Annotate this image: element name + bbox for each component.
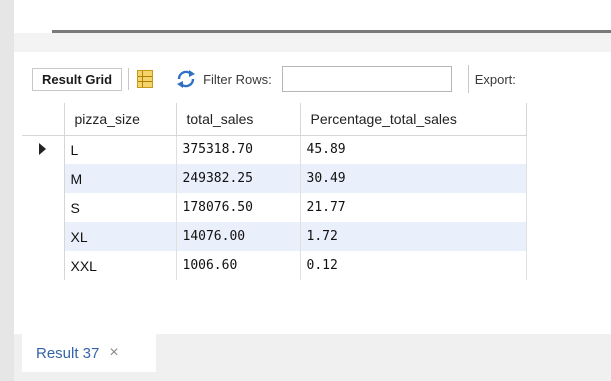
- editor-fragment: [60, 0, 80, 6]
- toolbar-separator: [128, 68, 130, 90]
- header-row: pizza_size total_sales Percentage_total_…: [22, 103, 527, 136]
- row-marker: [22, 222, 65, 251]
- cell-total-sales[interactable]: 375318.70: [176, 135, 301, 164]
- column-header-total-sales[interactable]: total_sales: [176, 103, 301, 136]
- cell-percentage[interactable]: 1.72: [300, 222, 527, 251]
- panel-splitter[interactable]: [14, 33, 611, 52]
- table-row[interactable]: M 249382.25 30.49: [22, 164, 527, 193]
- column-header-pizza-size[interactable]: pizza_size: [64, 103, 177, 136]
- filter-rows-label: Filter Rows:: [203, 71, 272, 87]
- result-toolbar: Result Grid Filter Rows: Export:: [28, 60, 611, 98]
- cell-percentage[interactable]: 21.77: [300, 193, 527, 222]
- cell-pizza-size[interactable]: M: [64, 164, 177, 193]
- result-grid: pizza_size total_sales Percentage_total_…: [22, 103, 527, 280]
- editor-gutter: [0, 0, 14, 381]
- filter-rows-input[interactable]: [281, 66, 452, 92]
- cell-percentage[interactable]: 45.89: [300, 135, 527, 164]
- tab-label: Result 37: [36, 344, 100, 362]
- table-row[interactable]: XXL 1006.60 0.12: [22, 251, 527, 280]
- cell-total-sales[interactable]: 249382.25: [176, 164, 301, 193]
- row-marker-header: [22, 103, 65, 136]
- table-row[interactable]: XL 14076.00 1.72: [22, 222, 527, 251]
- result-grid-button[interactable]: Result Grid: [32, 67, 123, 91]
- cell-pizza-size[interactable]: XL: [64, 222, 177, 251]
- cell-percentage[interactable]: 30.49: [300, 164, 527, 193]
- cell-total-sales[interactable]: 178076.50: [176, 193, 301, 222]
- export-button[interactable]: Export:: [475, 72, 516, 87]
- row-marker: [22, 135, 65, 164]
- table-row[interactable]: S 178076.50 21.77: [22, 193, 527, 222]
- grid-view-icon[interactable]: [137, 70, 154, 88]
- cell-pizza-size[interactable]: XXL: [64, 251, 177, 280]
- refresh-icon[interactable]: [175, 70, 197, 88]
- close-icon[interactable]: ×: [109, 344, 118, 362]
- row-marker: [22, 251, 65, 280]
- table-row[interactable]: L 375318.70 45.89: [22, 135, 527, 164]
- cell-pizza-size[interactable]: S: [64, 193, 177, 222]
- row-marker: [22, 193, 65, 222]
- row-pointer-icon: [39, 142, 47, 155]
- row-marker: [22, 164, 65, 193]
- editor-bottom-border: [52, 30, 611, 33]
- cell-total-sales[interactable]: 1006.60: [176, 251, 301, 280]
- column-header-percentage-total-sales[interactable]: Percentage_total_sales: [300, 103, 527, 136]
- cell-percentage[interactable]: 0.12: [300, 251, 527, 280]
- tab-result-37[interactable]: Result 37 ×: [22, 334, 156, 372]
- cell-total-sales[interactable]: 14076.00: [176, 222, 301, 251]
- toolbar-separator: [467, 65, 469, 93]
- cell-pizza-size[interactable]: L: [64, 135, 177, 164]
